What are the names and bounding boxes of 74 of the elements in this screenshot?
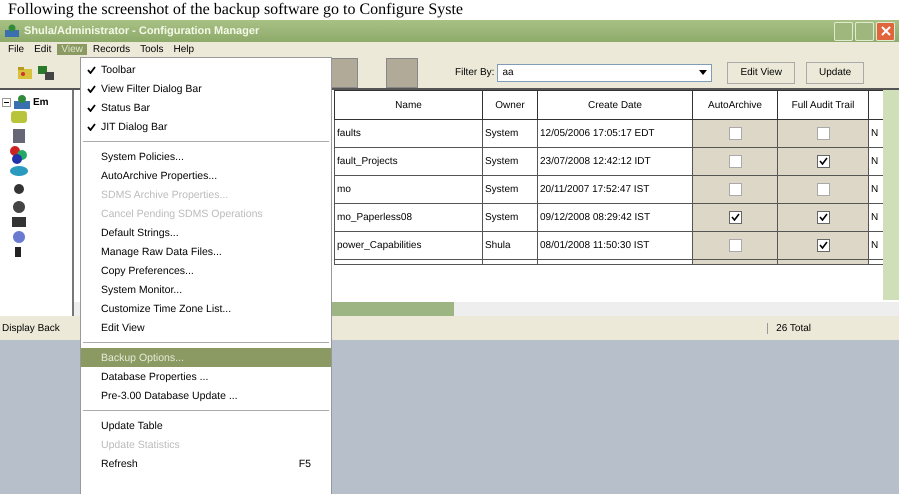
window-title: Shula/Administrator - Configuration Manager [24,25,260,37]
menu-item[interactable]: Status Bar [81,98,331,117]
network-icon[interactable] [37,64,55,82]
table-cell: mo [334,176,482,204]
menu-item[interactable]: Manage Raw Data Files... [81,242,331,261]
table-cell: System [482,176,538,204]
menu-bar-item[interactable]: Tools [136,44,168,55]
menu-item[interactable]: Customize Time Zone List... [81,299,331,318]
column-header[interactable]: Create Date [538,90,692,120]
menu-item[interactable]: Pre-3.00 Database Update ... [81,386,331,405]
column-header[interactable]: Name [334,90,482,120]
menu-item[interactable]: System Policies... [81,147,331,166]
checkbox[interactable] [816,155,830,168]
maximize-button[interactable] [855,22,874,40]
close-icon [880,26,890,36]
table-cell: 09/12/2008 08:29:42 IST [538,204,692,232]
table-cell: power_Capabilities [334,232,482,260]
menu-item[interactable]: System Monitor... [81,280,331,299]
menu-bar-item[interactable]: Help [169,44,198,55]
column-header[interactable]: AutoArchive [692,90,778,120]
column-header[interactable]: Full Audit Trail [778,90,868,120]
menu-item[interactable]: Update Table [81,416,331,435]
table-cell: System [482,120,538,148]
caret-icon [699,70,708,75]
vertical-scrollbar[interactable] [883,90,899,300]
table-cell: mo_Paperless08 [334,204,482,232]
checkbox[interactable] [728,239,742,252]
filter-label: Filter By: [455,67,494,78]
close-button[interactable] [876,22,895,40]
toolbar-button[interactable]: Edit View [727,62,795,84]
app-icon [4,24,20,38]
menu-item[interactable]: Database Properties ... [81,367,331,386]
checkbox[interactable] [816,211,830,224]
checkbox[interactable] [728,183,742,196]
table-cell: 12/05/2006 17:05:17 EDT [538,120,692,148]
database-icon [13,94,31,110]
menu-bar-item[interactable]: Edit [30,44,56,55]
menu-bar-item[interactable]: Records [88,44,134,55]
check-icon [86,122,96,130]
table-cell: System [482,148,538,176]
table-cell: 23/07/2008 12:42:12 IDT [538,148,692,176]
filter-combo[interactable]: aa [497,64,712,82]
menu-item[interactable]: Default Strings... [81,223,331,242]
table-cell: 08/01/2008 11:50:30 IST [538,232,692,260]
checkbox[interactable] [728,211,742,224]
menu-item[interactable]: AutoArchive Properties... [81,166,331,185]
checkbox[interactable] [816,127,830,140]
menu-item[interactable]: JIT Dialog Bar [81,117,331,136]
check-icon [86,66,96,74]
checkbox[interactable] [816,239,830,252]
minimize-button[interactable] [834,22,853,40]
status-text: Display Back [2,322,60,334]
menu-item[interactable]: Edit View [81,318,331,337]
table-cell: 20/11/2007 17:52:47 IST [538,176,692,204]
check-icon [86,84,96,92]
toolbar-button[interactable]: Update [806,62,864,84]
menu-item[interactable]: Copy Preferences... [81,261,331,280]
table-cell: Shula [482,232,538,260]
menu-item[interactable]: Refresh F5 [81,454,331,473]
table-cell: fault_Projects [334,148,482,176]
menu-item[interactable]: View Filter Dialog Bar [81,79,331,98]
checkbox[interactable] [816,183,830,196]
check-icon [86,104,96,112]
tree-item[interactable]: Em [33,96,49,108]
status-count: 26 Total [767,322,811,334]
caption-text: Following the screenshot of the backup software go to Configure Syste [8,1,464,19]
table-cell: faults [334,120,482,148]
collapse-icon[interactable] [2,98,11,106]
checkbox[interactable] [728,127,742,140]
menu-item[interactable]: Toolbar [81,60,331,79]
column-header[interactable]: Owner [482,90,538,120]
menu-bar-item[interactable]: File [4,44,28,55]
checkbox[interactable] [728,155,742,168]
table-cell: System [482,204,538,232]
